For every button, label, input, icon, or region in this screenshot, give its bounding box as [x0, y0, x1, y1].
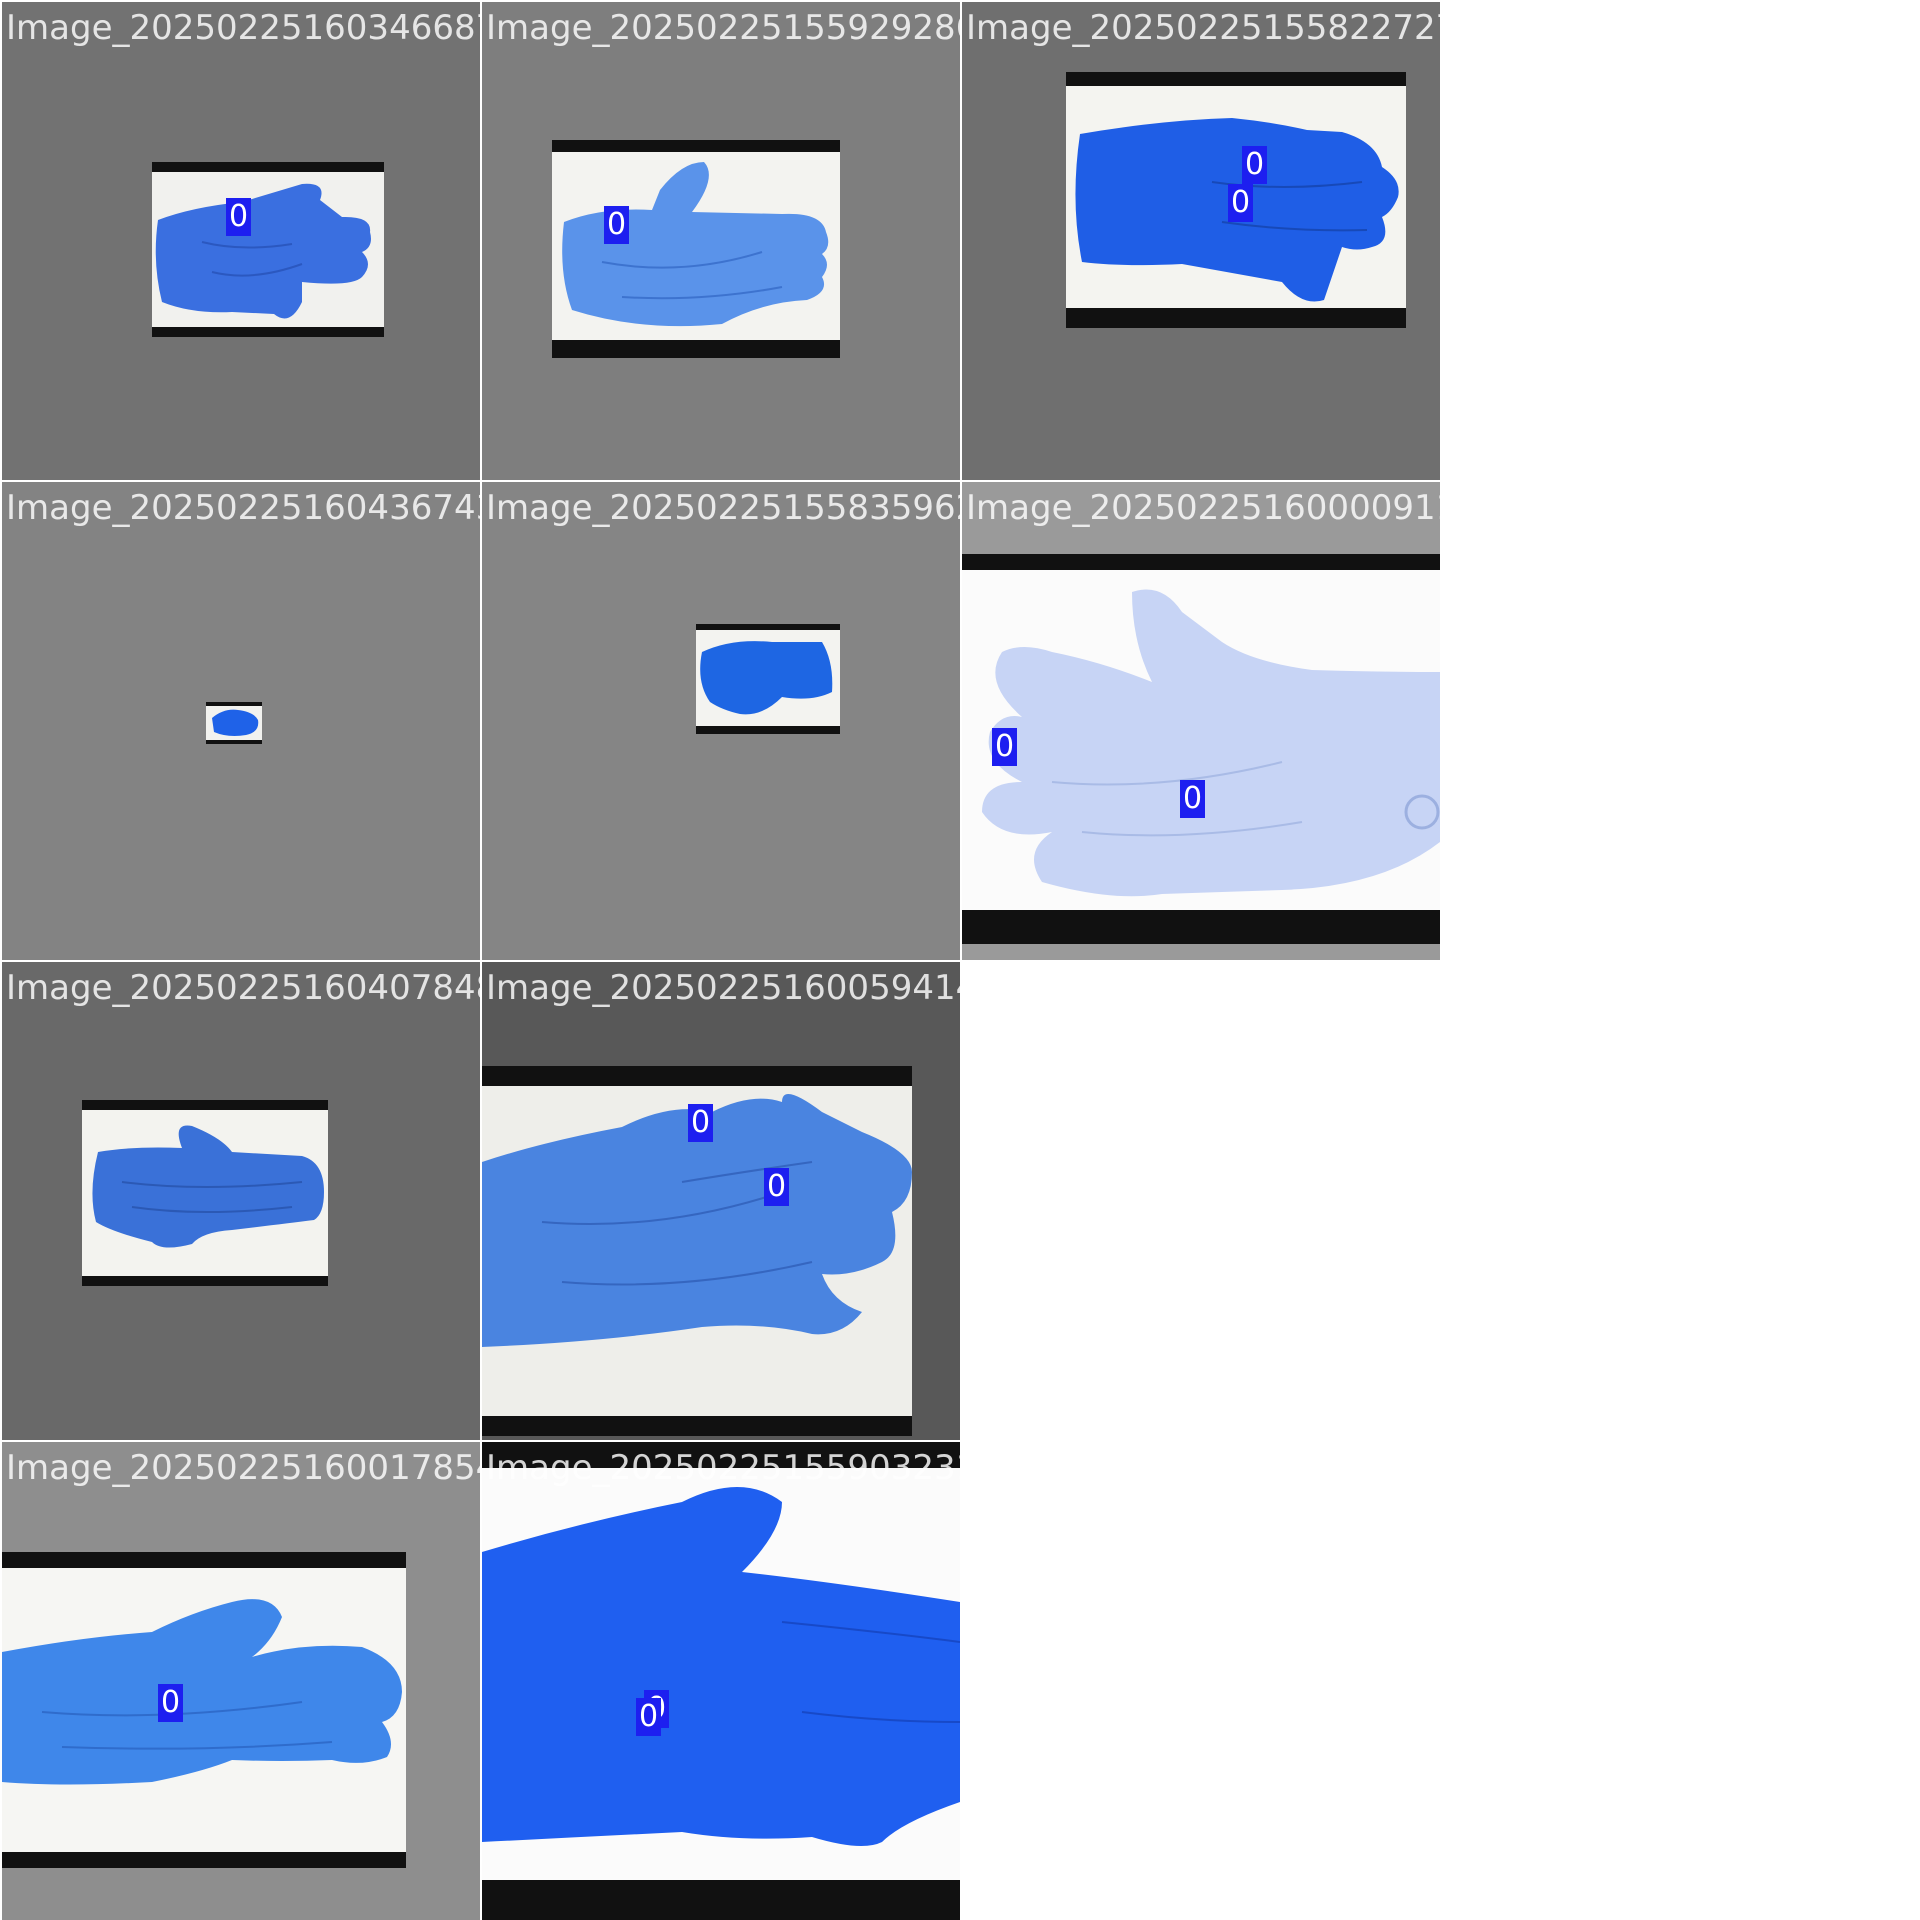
class-label: 0	[226, 198, 252, 236]
glove-photo-2	[552, 140, 840, 358]
mosaic-tile-7: Image_20250225160407848.bmp	[2, 962, 480, 1440]
class-label: 0	[1242, 146, 1268, 184]
mosaic-tile-4: Image_20250225160436743.bmp	[2, 482, 480, 960]
glove-photo-10	[482, 1442, 960, 1920]
glove-photo-1	[152, 162, 384, 337]
mosaic-tile-8: 0 0 Image_20250225160059414.bmp	[482, 962, 960, 1440]
glove-photo-5	[696, 624, 840, 734]
class-label: 0	[158, 1684, 184, 1722]
glove-photo-3	[1066, 72, 1406, 328]
mosaic-tile-3: 0 0 Image_20250225155822727.bmp	[962, 2, 1440, 480]
glove-photo-4	[206, 702, 262, 744]
glove-photo-6	[962, 554, 1440, 944]
class-label: 0	[764, 1168, 790, 1206]
glove-photo-8	[482, 1066, 912, 1436]
class-label: 0	[636, 1698, 662, 1736]
mosaic-tile-6: 0 0 Image_20250225160000911.bmp	[962, 482, 1440, 960]
class-label: 0	[1180, 780, 1206, 818]
mosaic-tile-1: 0 Image_20250225160346687.bmp	[2, 2, 480, 480]
mosaic-tile-5: Image_20250225155835962.bmp	[482, 482, 960, 960]
class-label: 0	[992, 728, 1018, 766]
glove-photo-7	[82, 1100, 328, 1286]
glove-photo-9	[2, 1552, 406, 1868]
mosaic-tile-10: 0 0 Image_20250225155903231.bmp	[482, 1442, 960, 1920]
class-label: 0	[688, 1104, 714, 1142]
class-label: 0	[604, 206, 630, 244]
class-label: 0	[1228, 184, 1254, 222]
mosaic-tile-2: 0 Image_20250225155929286.bmp	[482, 2, 960, 480]
mosaic-tile-9: 0 Image_20250225160017854.bmp	[2, 1442, 480, 1920]
